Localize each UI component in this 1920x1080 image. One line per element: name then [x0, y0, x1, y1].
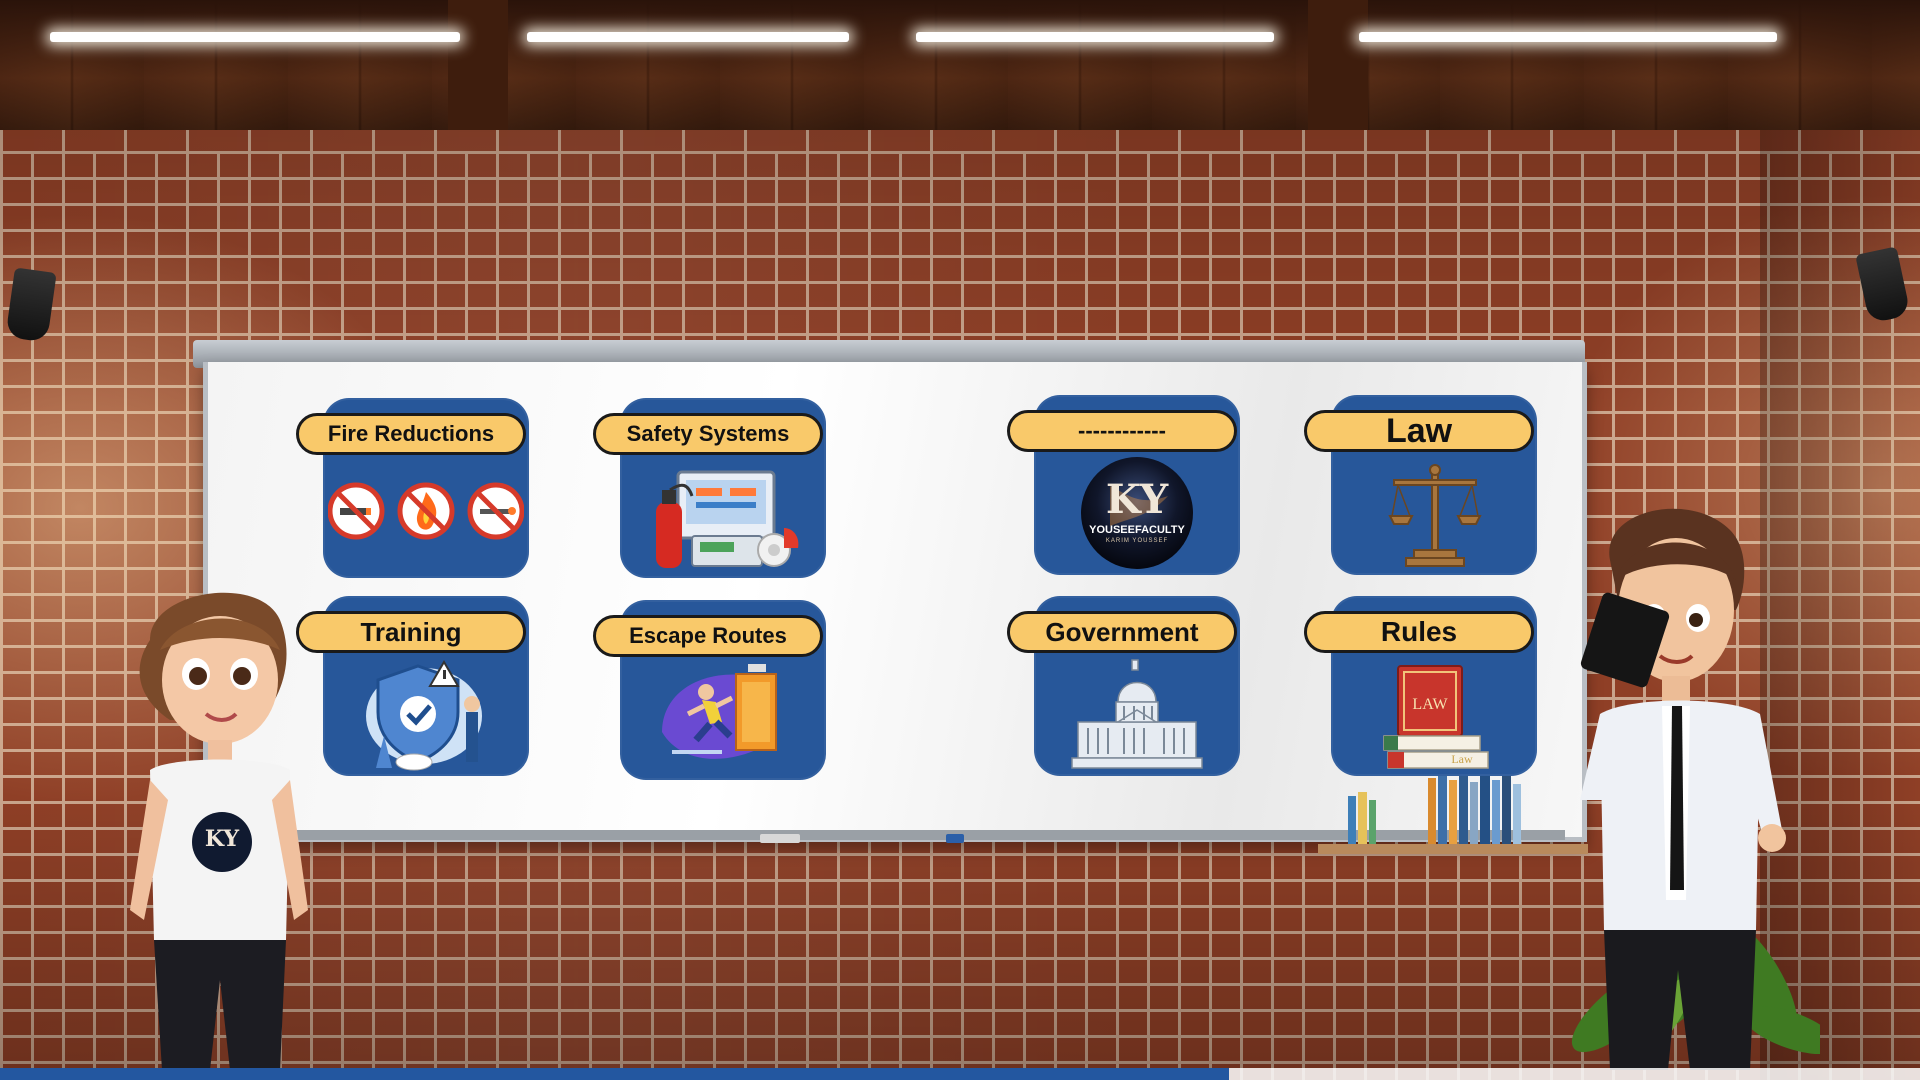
- card-label-safety-systems[interactable]: Safety Systems: [593, 413, 823, 455]
- scales-of-justice-icon: [1388, 464, 1482, 567]
- presenter-shirt-logo: KY: [204, 826, 240, 852]
- bookshelf-icon: [1318, 774, 1588, 854]
- ceiling-beam: [448, 0, 508, 130]
- card-label-escape-routes[interactable]: Escape Routes: [593, 615, 823, 657]
- logo-title: YOUSEEFACULTY: [1089, 524, 1185, 536]
- running-exit-door-icon: [662, 664, 777, 759]
- card-label-fire-reductions[interactable]: Fire Reductions: [296, 413, 526, 455]
- presentation-scene: Fire Reductions Safety Systems ---------…: [0, 0, 1920, 1080]
- eraser-icon: [760, 834, 800, 843]
- ceiling-light: [50, 32, 460, 42]
- shield-check-training-icon: [366, 660, 482, 771]
- card-label-rules[interactable]: Rules: [1304, 611, 1534, 653]
- capitol-building-icon: [1071, 659, 1203, 769]
- ceiling-beam: [1308, 0, 1368, 130]
- female-presenter: [130, 592, 308, 1070]
- ceiling-light: [916, 32, 1274, 42]
- law-book-spine: Law: [1451, 752, 1473, 766]
- ceiling-light: [527, 32, 849, 42]
- card-label-law[interactable]: Law: [1304, 410, 1534, 452]
- law-book-title: LAW: [1412, 696, 1448, 713]
- card-label-training[interactable]: Training: [296, 611, 526, 653]
- card-label-placeholder[interactable]: ------------: [1007, 410, 1237, 452]
- playback-progress-bar[interactable]: [0, 1068, 1920, 1080]
- male-presenter: [1580, 508, 1786, 1070]
- ceiling-light: [1359, 32, 1777, 42]
- logo-monogram: KY: [1105, 476, 1169, 523]
- card-label-government[interactable]: Government: [1007, 611, 1237, 653]
- no-smoking-no-fire-icons: [328, 482, 524, 540]
- fire-extinguisher-alarm-icon: [656, 470, 799, 568]
- ceiling-shade: [0, 0, 1920, 130]
- logo-subtitle: KARIM YOUSSEF: [1105, 538, 1169, 544]
- playback-progress-fill: [0, 1068, 1229, 1080]
- marker-icon: [946, 834, 964, 843]
